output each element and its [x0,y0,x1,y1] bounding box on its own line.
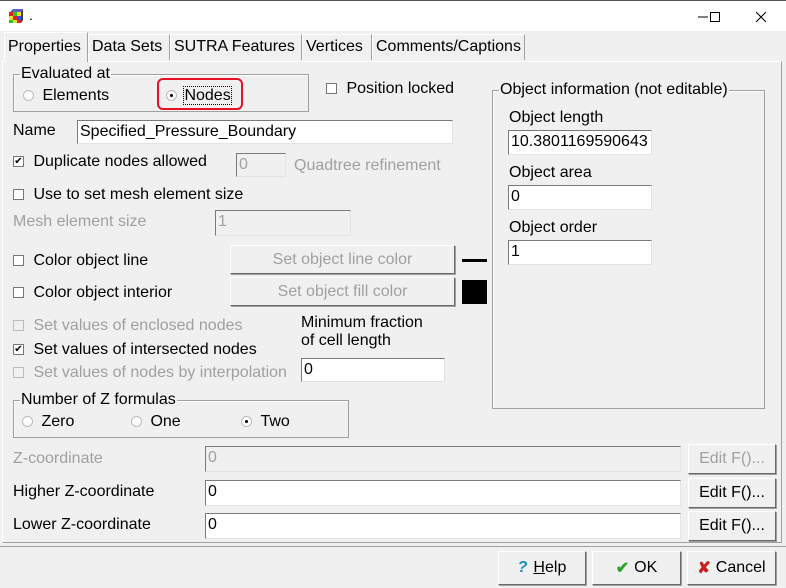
object-area-label: Object area [509,164,592,181]
evaluated-at-legend: Evaluated at [20,65,111,83]
tab-vertices[interactable]: Vertices [302,34,372,60]
higher-z-label: Higher Z-coordinate [13,483,155,500]
name-label: Name [13,122,56,139]
radio-one[interactable]: One [131,413,181,431]
color-line-checkbox[interactable]: Color object line [13,252,148,270]
color-line-label: Color object line [33,252,149,269]
mesh-element-size-input[interactable]: 1 [215,210,351,236]
mesh-size-box[interactable] [13,189,24,201]
duplicate-nodes-checkbox[interactable]: ✔ Duplicate nodes allowed [13,153,207,171]
set-interpolation-label: Set values of nodes by interpolation [33,364,287,381]
position-locked-box[interactable] [326,83,337,95]
radio-two[interactable]: Two [241,413,290,431]
quadtree-label: Quadtree refinement [294,157,441,174]
cancel-button[interactable]: ✘ Cancel [687,551,776,585]
radio-two-indicator[interactable] [241,416,252,428]
radio-zero[interactable]: Zero [22,413,74,431]
cancel-x-icon: ✘ [697,560,711,577]
set-intersected-box[interactable]: ✔ [13,344,24,356]
radio-elements-indicator[interactable] [23,90,34,102]
set-fill-color-button[interactable]: Set object fill color [230,277,455,306]
min-fraction-label-2: of cell length [301,332,391,349]
set-enclosed-label: Set values of enclosed nodes [33,317,243,334]
object-order-label: Object order [509,219,598,236]
set-enclosed-box[interactable] [13,320,24,332]
z-coordinate-label: Z-coordinate [13,450,103,467]
cancel-label: Cancel [715,559,766,576]
help-label-h: H [533,559,545,576]
z-coordinate-edit-button[interactable]: Edit F()... [688,444,776,474]
lower-z-input[interactable]: 0 [205,513,681,539]
color-interior-label: Color object interior [33,284,173,301]
radio-nodes-indicator[interactable] [166,90,177,102]
tab-comments-captions[interactable]: Comments/Captions [372,34,525,60]
maximize-icon [710,11,720,22]
color-line-box[interactable] [13,255,24,267]
close-icon [755,11,767,22]
tab-data-sets[interactable]: Data Sets [88,34,170,60]
higher-z-edit-button[interactable]: Edit F()... [688,478,776,508]
mesh-element-size-label: Mesh element size [13,213,147,230]
set-interpolation-checkbox[interactable]: Set values of nodes by interpolation [13,364,287,382]
object-length-field: 10.3801169590643 [508,130,652,155]
z-formulas-legend: Number of Z formulas [20,391,177,409]
name-input[interactable]: Specified_Pressure_Boundary [77,120,453,144]
radio-nodes[interactable]: Nodes [166,86,232,105]
object-area-field: 0 [508,185,652,210]
set-enclosed-checkbox[interactable]: Set values of enclosed nodes [13,317,242,335]
help-icon: ? [517,559,528,576]
ok-button[interactable]: ✔ OK [592,551,681,585]
object-length-label: Object length [509,109,604,126]
set-line-color-button[interactable]: Set object line color [230,245,455,274]
color-interior-checkbox[interactable]: Color object interior [13,284,172,302]
duplicate-nodes-box[interactable]: ✔ [13,156,24,168]
check-icon: ✔ [615,560,630,577]
help-button[interactable]: ? Help [498,551,586,585]
set-intersected-checkbox[interactable]: ✔ Set values of intersected nodes [13,341,257,359]
line-color-swatch [462,259,487,262]
tab-sutra-features[interactable]: SUTRA Features [170,34,302,60]
radio-one-label: One [150,413,181,430]
title-bar: . [0,0,786,31]
duplicate-nodes-label: Duplicate nodes allowed [33,153,207,170]
higher-z-input[interactable]: 0 [205,480,681,506]
maximize-button[interactable] [692,1,738,32]
lower-z-edit-button[interactable]: Edit F()... [688,511,776,541]
tab-properties[interactable]: Properties [4,32,88,62]
lower-z-label: Lower Z-coordinate [13,516,151,533]
app-icon [9,9,23,23]
radio-zero-label: Zero [41,413,75,430]
position-locked-checkbox[interactable]: Position locked [326,80,454,98]
window-title: . [29,7,33,23]
set-interpolation-box[interactable] [13,367,24,379]
help-label: elp [544,559,567,576]
object-order-field: 1 [508,240,652,265]
object-info-legend: Object information (not editable) [499,81,729,99]
quadtree-input[interactable]: 0 [236,153,286,177]
color-interior-box[interactable] [13,287,24,299]
min-fraction-label-1: Minimum fraction [301,314,423,331]
min-fraction-input[interactable]: 0 [301,358,445,382]
radio-elements[interactable]: Elements [23,87,109,105]
z-coordinate-input[interactable]: 0 [205,446,681,472]
radio-elements-label: Elements [42,87,110,104]
radio-zero-indicator[interactable] [22,416,33,428]
radio-two-label: Two [260,413,290,430]
mesh-size-checkbox[interactable]: Use to set mesh element size [13,186,243,204]
set-intersected-label: Set values of intersected nodes [33,341,257,358]
fill-color-swatch [462,280,487,304]
radio-one-indicator[interactable] [131,416,142,428]
mesh-size-check-label: Use to set mesh element size [33,186,244,203]
position-locked-label: Position locked [346,80,455,97]
close-button[interactable] [738,1,784,32]
ok-label: OK [634,559,658,576]
radio-nodes-label: Nodes [183,86,232,105]
